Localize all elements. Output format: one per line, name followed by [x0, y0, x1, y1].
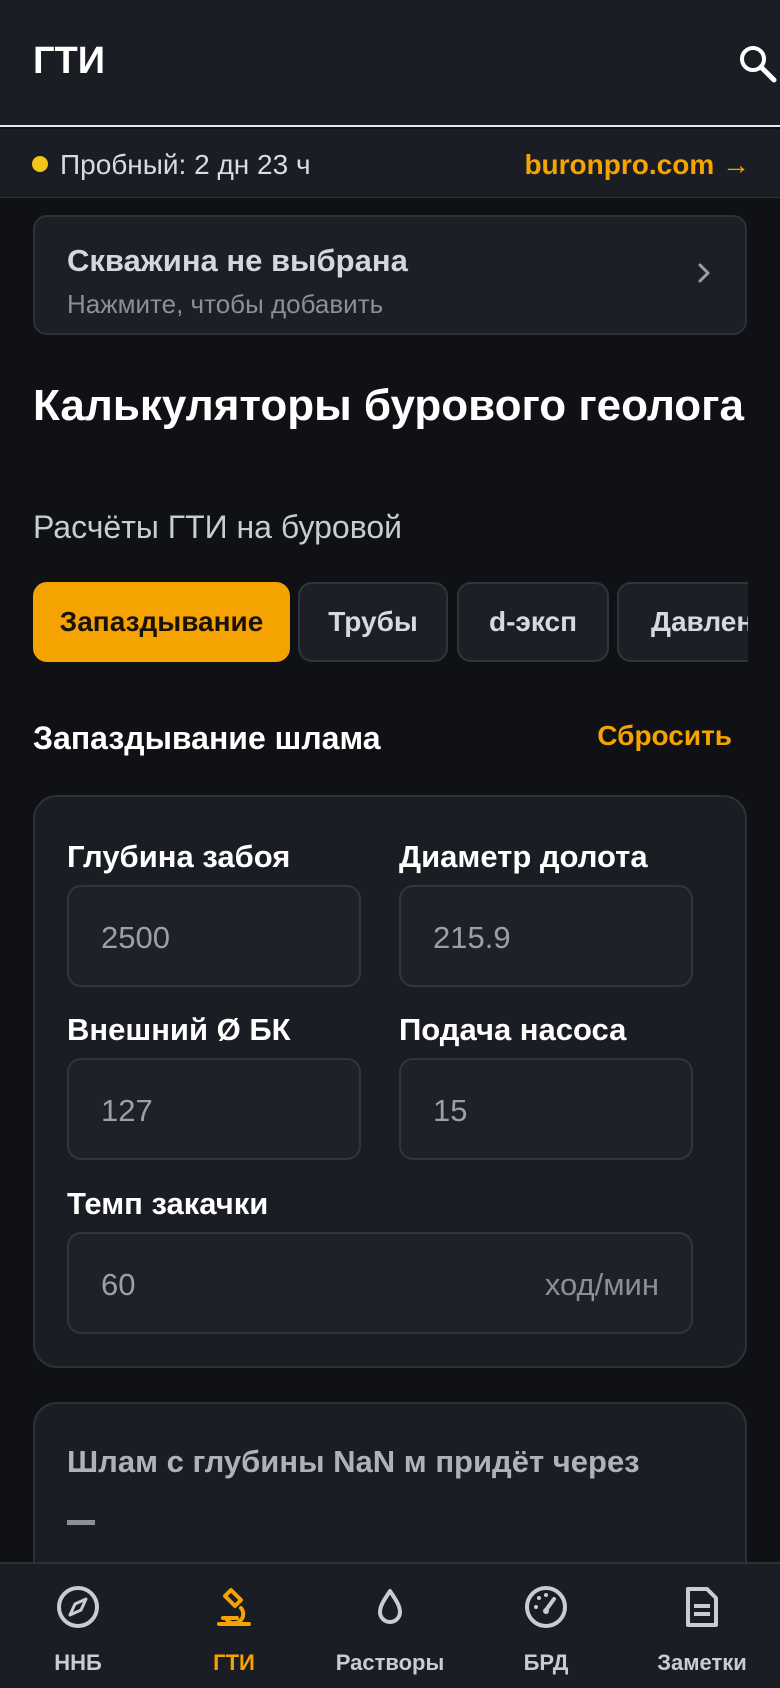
nav-label-brd: БРД [523, 1650, 569, 1675]
nav-item-nnb[interactable]: ННБ [0, 1564, 156, 1688]
drop-icon [378, 1589, 402, 1624]
page-subtitle: Расчёты ГТИ на буровой [33, 509, 403, 545]
gauge-icon [525, 1586, 567, 1628]
bit-diameter-placeholder: 215.9 [433, 920, 511, 955]
app-title: ГТИ [33, 40, 106, 82]
section-title: Запаздывание шлама [33, 720, 381, 756]
nav-label-fluids: Растворы [335, 1650, 445, 1675]
top-app-bar: ГТИ [0, 0, 780, 127]
microscope-icon [217, 1588, 251, 1626]
search-icon[interactable] [738, 44, 778, 84]
depth-placeholder: 2500 [101, 920, 170, 955]
calculator-tabs: Запаздывание Трубы d-эксп Давление [33, 582, 748, 662]
trial-status-text: Пробный: 2 дн 23 ч [60, 149, 311, 180]
pump-rate-label: Темп закачки [67, 1186, 269, 1221]
pump-rate-placeholder: 60 [101, 1267, 136, 1302]
pump-rate-input[interactable]: 60 ход/мин [67, 1232, 693, 1334]
nav-label-gti: ГТИ [213, 1650, 255, 1675]
tab-pressure[interactable]: Давление [617, 582, 748, 662]
trial-banner: Пробный: 2 дн 23 ч buronpro.com → [0, 129, 780, 198]
pump-output-label: Подача насоса [399, 1012, 627, 1047]
pipe-od-input[interactable]: 127 [67, 1058, 361, 1160]
bit-diameter-label: Диаметр долота [399, 839, 648, 874]
compass-icon [57, 1586, 99, 1628]
well-selector-card[interactable]: Скважина не выбрана Нажмите, чтобы добав… [33, 215, 747, 335]
nav-item-brd[interactable]: БРД [468, 1564, 624, 1688]
tab-d-exp[interactable]: d-эксп [457, 582, 609, 662]
pump-output-placeholder: 15 [433, 1093, 468, 1128]
depth-input[interactable]: 2500 [67, 885, 361, 987]
depth-label: Глубина забоя [67, 839, 291, 874]
result-text: Шлам с глубины NaN м придёт через [67, 1444, 640, 1479]
lag-form-card: Глубина забоя 2500 Диаметр долота 215.9 … [33, 795, 747, 1368]
nav-label-notes: Заметки [657, 1650, 747, 1675]
nav-item-notes[interactable]: Заметки [624, 1564, 780, 1688]
well-subtitle: Нажмите, чтобы добавить [67, 289, 384, 319]
trial-status-dot [32, 156, 48, 172]
buronpro-link[interactable]: buronpro.com → [524, 149, 750, 181]
pipe-od-placeholder: 127 [101, 1093, 153, 1128]
result-value-dash [67, 1520, 95, 1525]
nav-item-gti[interactable]: ГТИ [156, 1564, 312, 1688]
tab-lag[interactable]: Запаздывание [33, 582, 290, 662]
page-title: Калькуляторы бурового геолога [33, 381, 744, 430]
bit-diameter-input[interactable]: 215.9 [399, 885, 693, 987]
reset-button[interactable]: Сбросить [597, 720, 732, 752]
note-icon [686, 1587, 718, 1627]
nav-label-nnb: ННБ [54, 1650, 102, 1675]
tab-pipes[interactable]: Трубы [298, 582, 448, 662]
bottom-navigation: ННБ ГТИ Растворы БРД Заметки [0, 1562, 780, 1688]
pipe-od-label: Внешний Ø БК [67, 1012, 291, 1047]
nav-item-fluids[interactable]: Растворы [312, 1564, 468, 1688]
chevron-right-icon [698, 263, 710, 283]
app-root: ГТИ Пробный: 2 дн 23 ч buronpro.com → Ск… [0, 0, 780, 1688]
pump-output-input[interactable]: 15 [399, 1058, 693, 1160]
pump-rate-unit: ход/мин [544, 1267, 659, 1302]
well-title: Скважина не выбрана [67, 243, 408, 278]
